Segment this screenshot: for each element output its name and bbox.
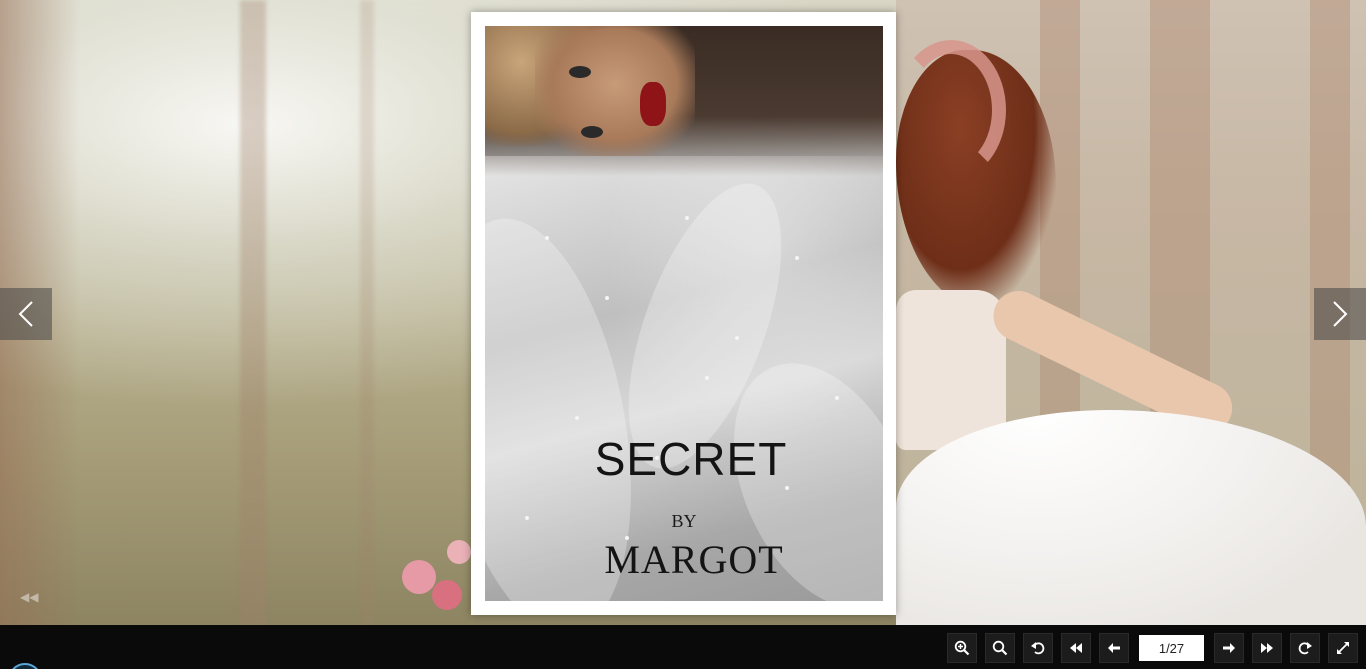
undo-icon xyxy=(1031,642,1045,655)
flipbook-page[interactable]: SECRET BY MARGOT xyxy=(471,12,896,615)
background-bride-photo xyxy=(896,30,1366,625)
cover-by-label: BY xyxy=(671,511,697,531)
rotate-left-button[interactable] xyxy=(1023,633,1053,663)
last-page-button[interactable] xyxy=(1252,633,1282,663)
rewind-hint-icon: ◀◀ xyxy=(20,590,39,604)
previous-page-button[interactable] xyxy=(1099,633,1129,663)
page-number-input[interactable] xyxy=(1139,635,1204,661)
book-cover: SECRET BY MARGOT xyxy=(485,26,883,601)
first-page-button[interactable] xyxy=(1061,633,1091,663)
background-tree-trunk xyxy=(240,0,266,625)
arrow-right-icon xyxy=(1223,643,1235,653)
chevron-right-icon xyxy=(1333,301,1348,327)
cover-author: MARGOT xyxy=(604,537,784,582)
next-page-button[interactable] xyxy=(1214,633,1244,663)
double-right-arrow-icon xyxy=(1261,643,1273,653)
redo-icon xyxy=(1298,642,1312,655)
previous-page-arrow[interactable] xyxy=(0,288,52,340)
bottom-toolbar xyxy=(0,625,1366,669)
double-left-arrow-icon xyxy=(1070,643,1082,653)
zoom-in-button[interactable] xyxy=(947,633,977,663)
cover-title: SECRET xyxy=(594,433,788,485)
zoom-in-icon xyxy=(954,640,970,656)
arrow-left-icon xyxy=(1108,643,1120,653)
expand-icon xyxy=(1337,642,1349,654)
fullscreen-button[interactable] xyxy=(1328,633,1358,663)
chevron-left-icon xyxy=(18,301,33,327)
zoom-out-button[interactable] xyxy=(985,633,1015,663)
zoom-out-icon xyxy=(992,640,1008,656)
next-page-arrow[interactable] xyxy=(1314,288,1366,340)
reader-stage: ◀◀ SECRET BY MARGOT xyxy=(0,0,1366,625)
rotate-right-button[interactable] xyxy=(1290,633,1320,663)
background-tree-trunk xyxy=(360,0,374,625)
background-flowers xyxy=(392,540,482,620)
